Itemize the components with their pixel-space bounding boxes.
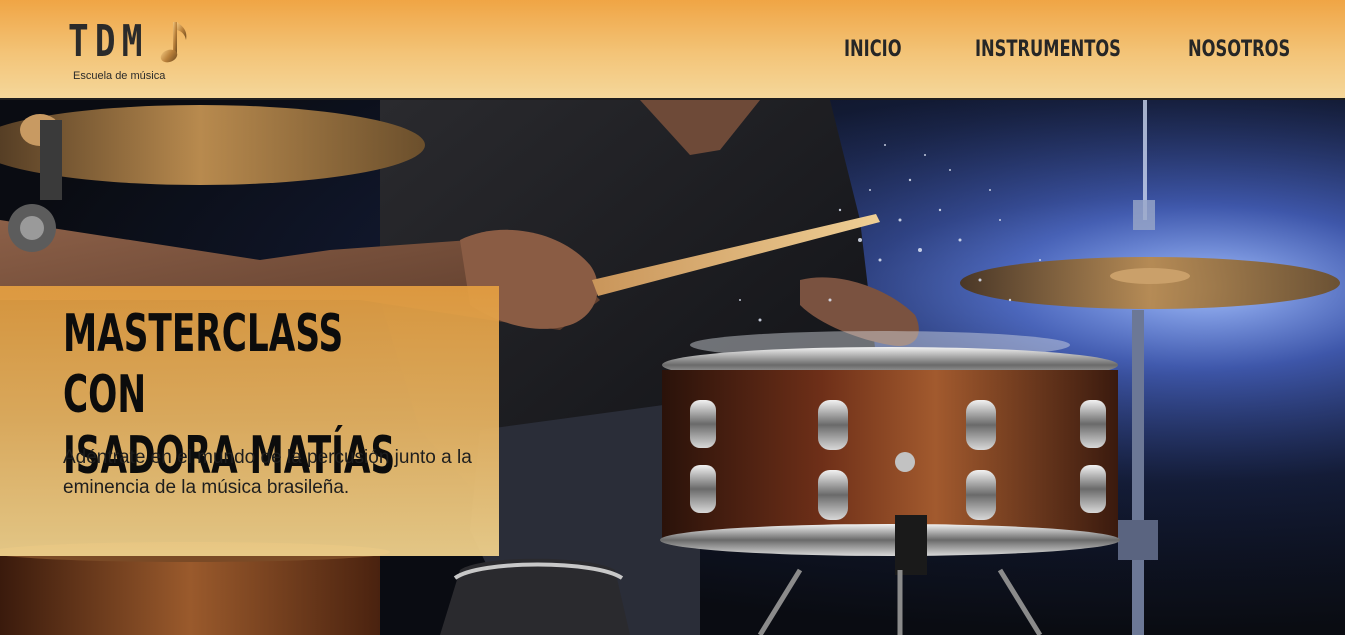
masterclass-promo-card[interactable]: MASTERCLASS CON ISADORA MATÍAS Adéntrate… xyxy=(0,286,499,556)
logo-wordmark: TDM xyxy=(68,16,149,67)
nav-link-nosotros[interactable]: NOSOTROS xyxy=(1188,30,1290,70)
promo-description: Adéntrate en el mundo de la percusión ju… xyxy=(63,447,472,498)
hero-banner: MASTERCLASS CON ISADORA MATÍAS Adéntrate… xyxy=(0,100,1345,635)
nav-link-inicio[interactable]: INICIO xyxy=(844,30,902,70)
nav-link-instrumentos[interactable]: INSTRUMENTOS xyxy=(975,30,1121,70)
site-logo[interactable]: TDM Escuela de música xyxy=(68,14,198,86)
music-note-icon xyxy=(160,22,187,63)
promo-title-line-1: MASTERCLASS CON xyxy=(63,304,344,425)
logo-subtitle: Escuela de música xyxy=(73,70,166,82)
site-header: TDM Escuela de música INICIO INSTRUMENTO… xyxy=(0,0,1345,100)
